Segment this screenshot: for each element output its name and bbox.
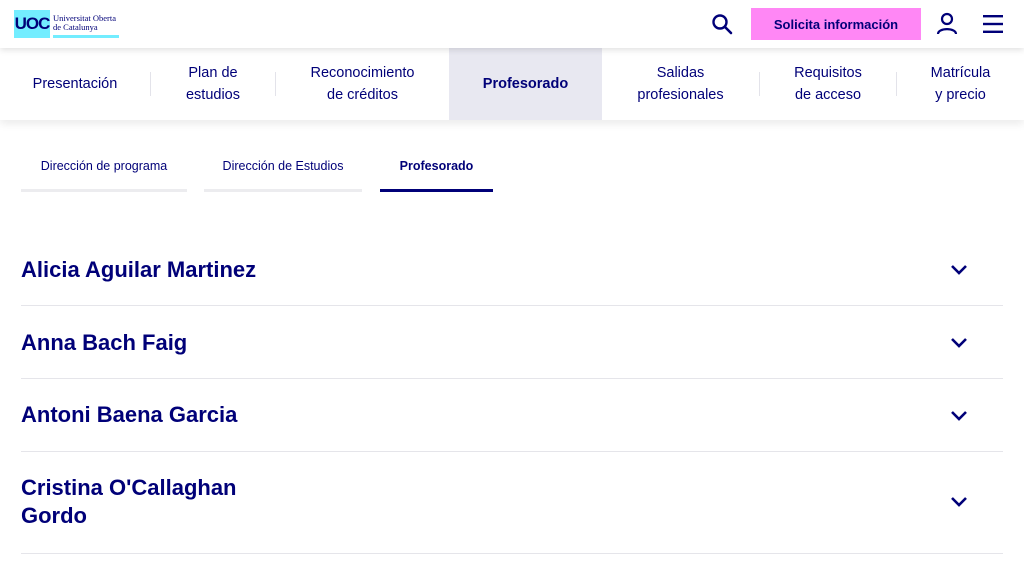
logo-line-2: de Catalunya	[53, 21, 98, 32]
subtab-direccion-estudios[interactable]: Dirección de Estudios	[204, 150, 362, 192]
subtab-profesorado[interactable]: Profesorado	[380, 150, 493, 192]
nav-item-profesorado[interactable]: Profesorado	[449, 48, 602, 120]
faculty-name: Antoni Baena Garcia	[21, 402, 238, 427]
chevron-down-icon	[951, 265, 967, 275]
chevron-down-icon	[951, 338, 967, 348]
subtab-direccion-programa[interactable]: Dirección de programa	[21, 150, 187, 192]
nav-label: Requisitos de acceso	[794, 65, 862, 103]
faculty-name: Cristina O'Callaghan Gordo	[21, 475, 237, 528]
faculty-accordion-item[interactable]: Anna Bach Faig	[21, 306, 1003, 379]
faculty-accordion-item[interactable]: Alicia Aguilar Martinez	[21, 233, 1003, 306]
subtab-label: Dirección de programa	[40, 159, 168, 173]
site-header: UOC Universitat Oberta de Catalunya Soli…	[0, 0, 1024, 48]
nav-label: Plan de estudios	[185, 65, 240, 103]
program-nav: Presentación Plan de estudios Reconocimi…	[0, 48, 1024, 120]
subtab-label: Profesorado	[399, 159, 474, 173]
user-icon[interactable]	[936, 12, 958, 36]
nav-item-reconocimiento[interactable]: Reconocimiento de créditos	[276, 48, 449, 120]
subtab-label: Dirección de Estudios	[222, 159, 344, 173]
hamburger-menu-icon[interactable]	[982, 13, 1004, 35]
nav-item-salidas[interactable]: Salidas profesionales	[602, 48, 759, 120]
nav-item-matricula[interactable]: Matrícula y precio	[897, 48, 1024, 120]
faculty-accordion-item[interactable]: Cristina O'Callaghan Gordo	[21, 452, 1003, 554]
faculty-accordion-item[interactable]: Antoni Baena Garcia	[21, 379, 1003, 452]
logo-mark: UOC	[14, 10, 50, 38]
subtab-underline	[21, 189, 187, 192]
nav-item-requisitos[interactable]: Requisitos de acceso	[760, 48, 896, 120]
nav-label: Profesorado	[482, 76, 569, 92]
nav-label: Presentación	[32, 76, 118, 92]
subtab-underline	[380, 189, 493, 192]
chevron-down-icon	[951, 411, 967, 421]
nav-label: Reconocimiento de créditos	[310, 65, 415, 103]
request-info-button[interactable]: Solicita información	[751, 8, 921, 40]
faculty-name: Alicia Aguilar Martinez	[21, 257, 257, 282]
faculty-name: Anna Bach Faig	[21, 330, 188, 355]
nav-label: Matrícula y precio	[930, 65, 991, 103]
chevron-down-icon	[951, 497, 967, 507]
search-icon[interactable]	[710, 12, 734, 36]
nav-item-plan-estudios[interactable]: Plan de estudios	[151, 48, 275, 120]
logo-text: Universitat Oberta de Catalunya	[53, 10, 120, 38]
uoc-logo[interactable]: UOC Universitat Oberta de Catalunya	[14, 10, 120, 38]
nav-label: Salidas profesionales	[637, 65, 724, 103]
subtab-underline	[204, 189, 362, 192]
nav-item-presentacion[interactable]: Presentación	[0, 48, 150, 120]
